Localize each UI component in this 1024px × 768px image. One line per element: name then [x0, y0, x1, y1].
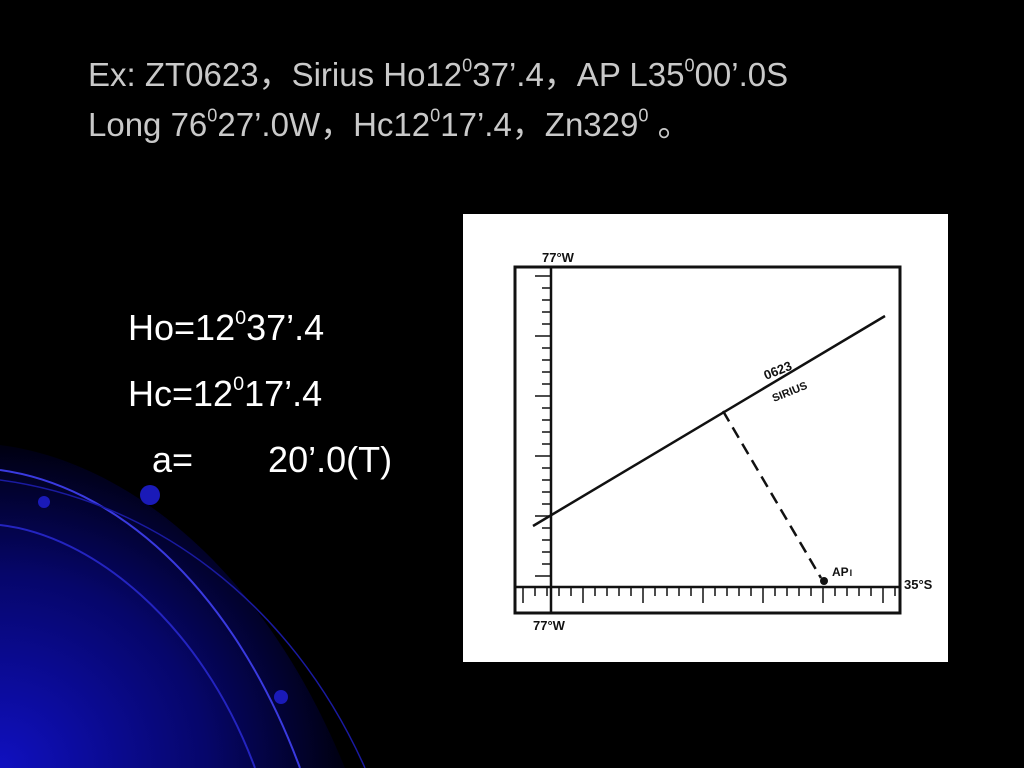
title-line-2: Long 76027’.0W，Hc12017’.4，Zn3290 。: [88, 105, 691, 143]
lop-body-label: SIRIUS: [771, 380, 810, 405]
ho-equation: Ho=12037’.4: [128, 307, 325, 348]
latitude-label: 35°S: [904, 577, 933, 592]
swoosh-dot: [38, 496, 50, 508]
intercept-equation: a= 20’.0(T): [152, 439, 393, 480]
top-meridian-label: 77°W: [542, 250, 575, 265]
swoosh-dot: [274, 690, 288, 704]
azimuth-line: [721, 410, 823, 579]
assumed-position-dot: [820, 577, 828, 585]
equation-list: Ho=12037’.4 Hc=12017’.4 a= 20’.0(T): [128, 300, 392, 498]
plotting-sheet: 77°W 77°W 35°S 0623 SIRIUS API: [513, 250, 933, 633]
plotting-diagram: 77°W 77°W 35°S 0623 SIRIUS API: [463, 214, 948, 662]
line-of-position: [532, 314, 886, 528]
ap-label: API: [832, 565, 852, 579]
slide-title: Ex: ZT0623，Sirius Ho12037’.4，AP L35000’.…: [88, 50, 788, 150]
hc-equation: Hc=12017’.4: [128, 373, 323, 414]
longitude-scale: [522, 587, 896, 603]
latitude-scale: [535, 275, 551, 577]
title-line-1: Ex: ZT0623，Sirius Ho12037’.4，AP L35000’.…: [88, 55, 789, 93]
bottom-meridian-label: 77°W: [533, 618, 566, 633]
outer-frame: [513, 265, 902, 615]
